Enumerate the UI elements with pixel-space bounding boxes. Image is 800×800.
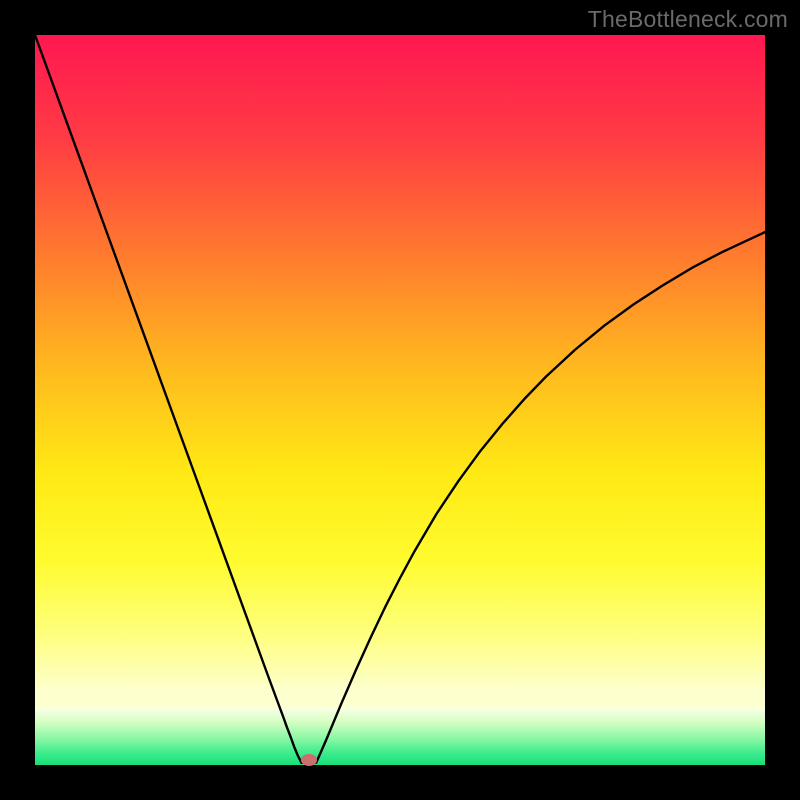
- plot-area: [35, 35, 765, 765]
- optimum-marker: [301, 754, 317, 766]
- bottleneck-curve: [35, 35, 765, 765]
- chart-frame: TheBottleneck.com: [0, 0, 800, 800]
- curve-path: [35, 35, 765, 763]
- watermark-label: TheBottleneck.com: [588, 6, 788, 33]
